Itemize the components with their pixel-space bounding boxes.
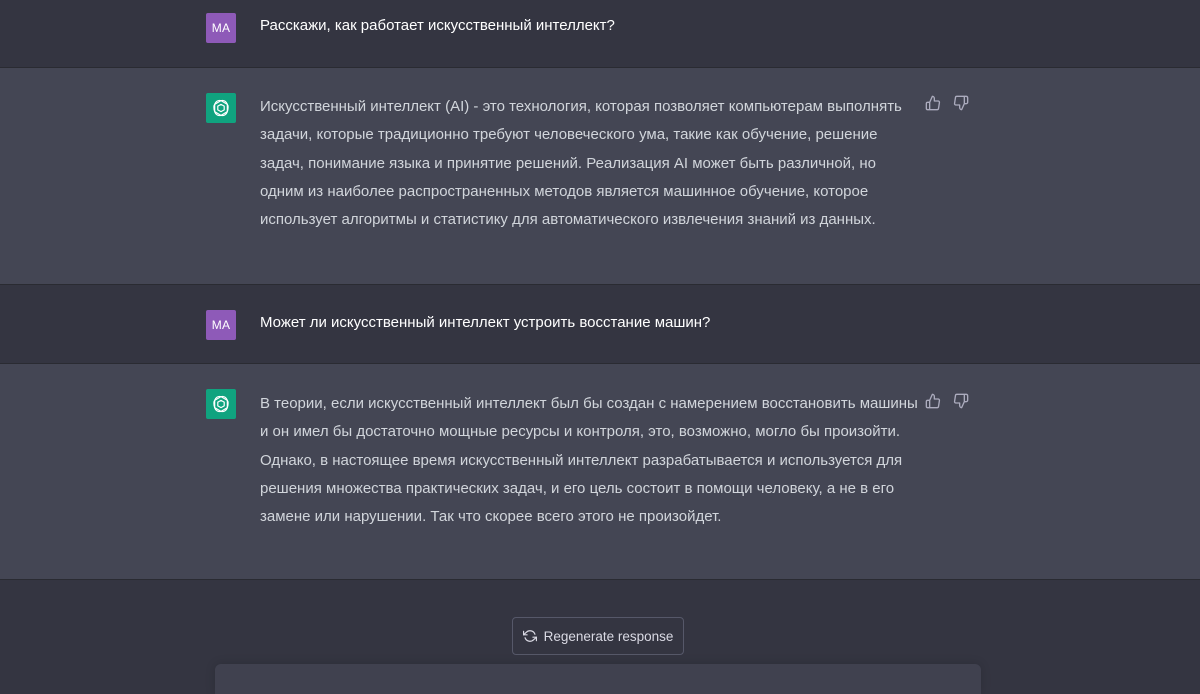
openai-logo-icon [213, 99, 229, 117]
message-input-box[interactable] [215, 664, 981, 694]
thumbs-up-icon [925, 393, 941, 409]
avatar-initials: MA [211, 21, 231, 35]
regenerate-response-button[interactable]: Regenerate response [512, 617, 684, 655]
assistant-message-text: В теории, если искусственный интеллект б… [260, 395, 918, 526]
avatar-initials: MA [211, 318, 231, 332]
user-avatar: MA [206, 310, 236, 340]
assistant-avatar [206, 389, 236, 419]
thumbs-down-icon [953, 95, 969, 111]
thumbs-up-button[interactable] [924, 94, 942, 112]
assistant-avatar [206, 93, 236, 123]
message-input[interactable] [229, 668, 953, 690]
message-row-user: MA Расскажи, как работает искусственный … [0, 0, 1200, 68]
feedback-controls [924, 392, 970, 410]
message-row-assistant: В теории, если искусственный интеллект б… [0, 364, 1200, 580]
thumbs-down-button[interactable] [952, 392, 970, 410]
thumbs-up-button[interactable] [924, 392, 942, 410]
thumbs-down-button[interactable] [952, 94, 970, 112]
feedback-controls [924, 94, 970, 112]
composer-area: Regenerate response [0, 580, 1200, 694]
thumbs-down-icon [953, 393, 969, 409]
user-avatar: MA [206, 13, 236, 43]
user-message-text: Может ли искусственный интеллект устроит… [260, 314, 711, 331]
user-message-text: Расскажи, как работает искусственный инт… [260, 17, 615, 34]
thumbs-up-icon [925, 95, 941, 111]
openai-logo-icon [213, 395, 229, 413]
message-row-user: MA Может ли искусственный интеллект устр… [0, 285, 1200, 364]
refresh-icon [522, 630, 537, 642]
assistant-message-text: Искусственный интеллект (AI) - это техно… [260, 98, 902, 229]
message-row-assistant: Искусственный интеллект (AI) - это техно… [0, 68, 1200, 285]
regenerate-label: Regenerate response [543, 628, 674, 644]
